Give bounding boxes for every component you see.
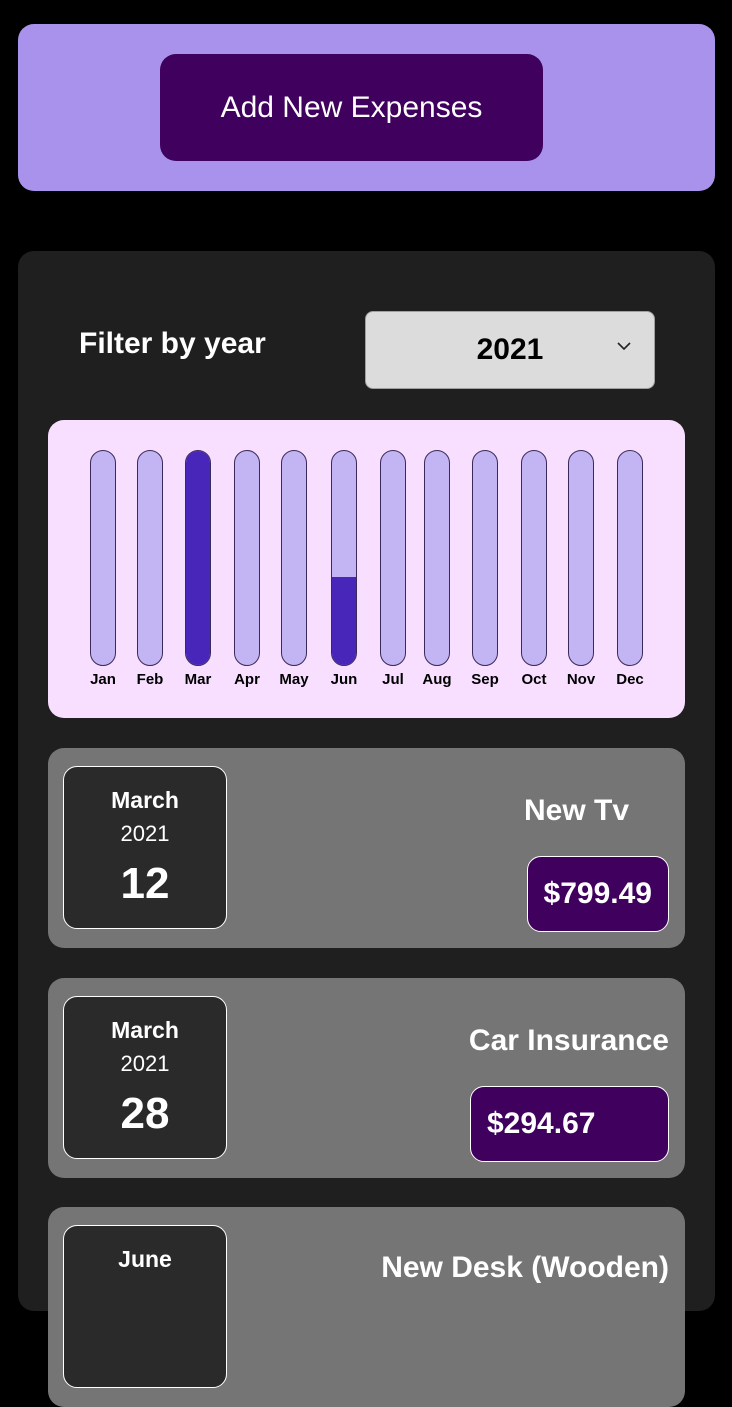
chart-tick-label: Jul — [382, 671, 404, 688]
chart-bar-track — [424, 450, 450, 666]
chart-tick-label: Sep — [471, 671, 499, 688]
expense-date: March 2021 12 — [63, 766, 227, 929]
chart-bar-jul: Jul — [378, 450, 408, 690]
chart-bar-sep: Sep — [470, 450, 500, 690]
chart-bar-jan: Jan — [88, 450, 118, 690]
expense-amount: $799.49 — [526, 856, 669, 932]
chart-bar-oct: Oct — [519, 450, 549, 690]
chevron-down-icon — [617, 342, 631, 351]
expense-year: 2021 — [120, 1051, 170, 1076]
expense-month: June — [118, 1246, 172, 1272]
chart-tick-label: Aug — [422, 671, 452, 688]
expense-date: March 2021 28 — [63, 996, 227, 1159]
expense-month: March — [111, 787, 179, 813]
chart-bar-track — [521, 450, 547, 666]
filter-label: Filter by year — [79, 327, 266, 360]
expense-item: June New Desk (Wooden) — [48, 1207, 685, 1407]
chart-bar-dec: Dec — [615, 450, 645, 690]
chart-tick-label: Oct — [521, 671, 547, 688]
chart-bar-aug: Aug — [422, 450, 452, 690]
year-select-value: 2021 — [476, 333, 544, 366]
chart-bar-track — [185, 450, 211, 666]
expense-day: 28 — [120, 1089, 170, 1138]
expense-amount: $294.67 — [470, 1086, 669, 1162]
expense-year: 2021 — [120, 821, 170, 846]
chart-bar-fill — [186, 451, 210, 665]
chart-bar-track — [137, 450, 163, 666]
expense-month: March — [111, 1017, 179, 1043]
chart-tick-label: Feb — [136, 671, 164, 688]
expenses-card: Filter by year 2021 Jan Feb Mar Apr May Jun Ju… — [18, 251, 715, 1407]
chart-bar-track — [617, 450, 643, 666]
chart-bar-may: May — [279, 450, 309, 690]
expense-date: June — [63, 1225, 227, 1388]
chart-tick-label: Mar — [184, 671, 212, 688]
chart-tick-label: Nov — [566, 671, 596, 688]
chart-bar-mar: Mar — [183, 450, 213, 690]
new-expense-panel: Add New Expenses — [18, 24, 715, 191]
chart-tick-label: Dec — [616, 671, 644, 688]
chart-bar-jun: Jun — [329, 450, 359, 690]
chart-bar-track — [331, 450, 357, 666]
chart-bar-nov: Nov — [566, 450, 596, 690]
chart-bar-track — [568, 450, 594, 666]
chart-bar-track — [90, 450, 116, 666]
chart-tick-label: May — [279, 671, 309, 688]
chart-tick-label: Jan — [90, 671, 116, 688]
chart-bar-track — [472, 450, 498, 666]
chart-bar-track — [281, 450, 307, 666]
chart-tick-label: Jun — [330, 671, 358, 688]
expense-item: March 2021 28 Car Insurance $294.67 — [48, 978, 685, 1178]
chart-bar-apr: Apr — [232, 450, 262, 690]
year-select[interactable]: 2021 — [365, 311, 655, 389]
expense-day: 12 — [120, 859, 170, 908]
chart-bar-fill — [332, 577, 356, 665]
chart-bar-track — [234, 450, 260, 666]
expense-title: New Tv — [523, 794, 629, 827]
expenses-chart: Jan Feb Mar Apr May Jun Jul Aug Sep Oct Nov Dec — [48, 420, 685, 718]
chart-bar-track — [380, 450, 406, 666]
chart-tick-label: Apr — [234, 671, 260, 688]
expense-title: Car Insurance — [468, 1024, 669, 1057]
chart-bar-feb: Feb — [135, 450, 165, 690]
add-new-expenses-button[interactable]: Add New Expenses — [160, 54, 543, 161]
expense-item: March 2021 12 New Tv $799.49 — [48, 748, 685, 948]
